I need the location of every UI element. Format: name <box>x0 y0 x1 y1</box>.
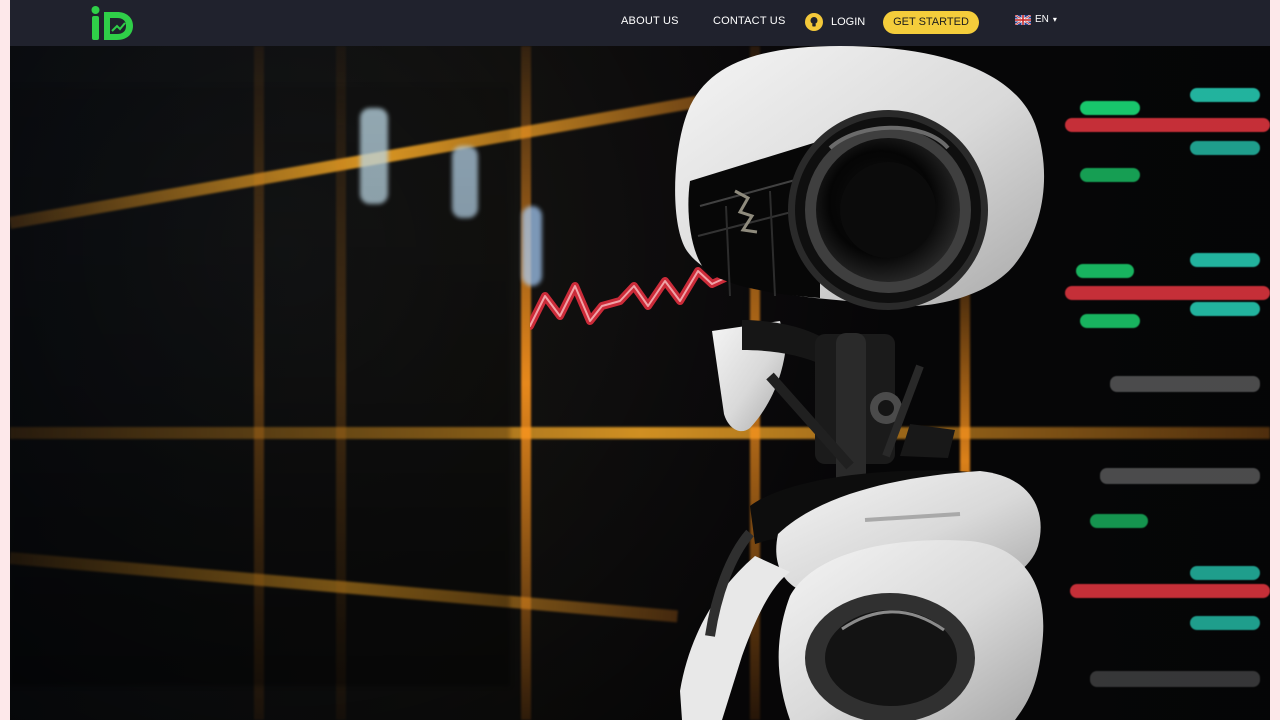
login-link[interactable]: LOGIN <box>805 12 865 32</box>
robot-illustration <box>675 46 1045 720</box>
chevron-down-icon: ▾ <box>1052 15 1057 24</box>
logo-icon[interactable] <box>90 2 136 44</box>
language-label: EN <box>1035 14 1049 25</box>
language-selector[interactable]: EN ▾ <box>1015 14 1057 25</box>
page-frame: ABOUT US CONTACT US LOGIN GET STARTED EN… <box>10 0 1270 720</box>
nav-about-us[interactable]: ABOUT US <box>621 15 679 27</box>
uk-flag-icon <box>1015 14 1031 25</box>
login-label: LOGIN <box>831 16 866 28</box>
get-started-button[interactable]: GET STARTED <box>883 11 979 34</box>
lightbulb-icon <box>805 13 823 31</box>
nav-contact-us[interactable]: CONTACT US <box>713 15 786 27</box>
top-navbar: ABOUT US CONTACT US LOGIN GET STARTED EN… <box>10 0 1270 46</box>
